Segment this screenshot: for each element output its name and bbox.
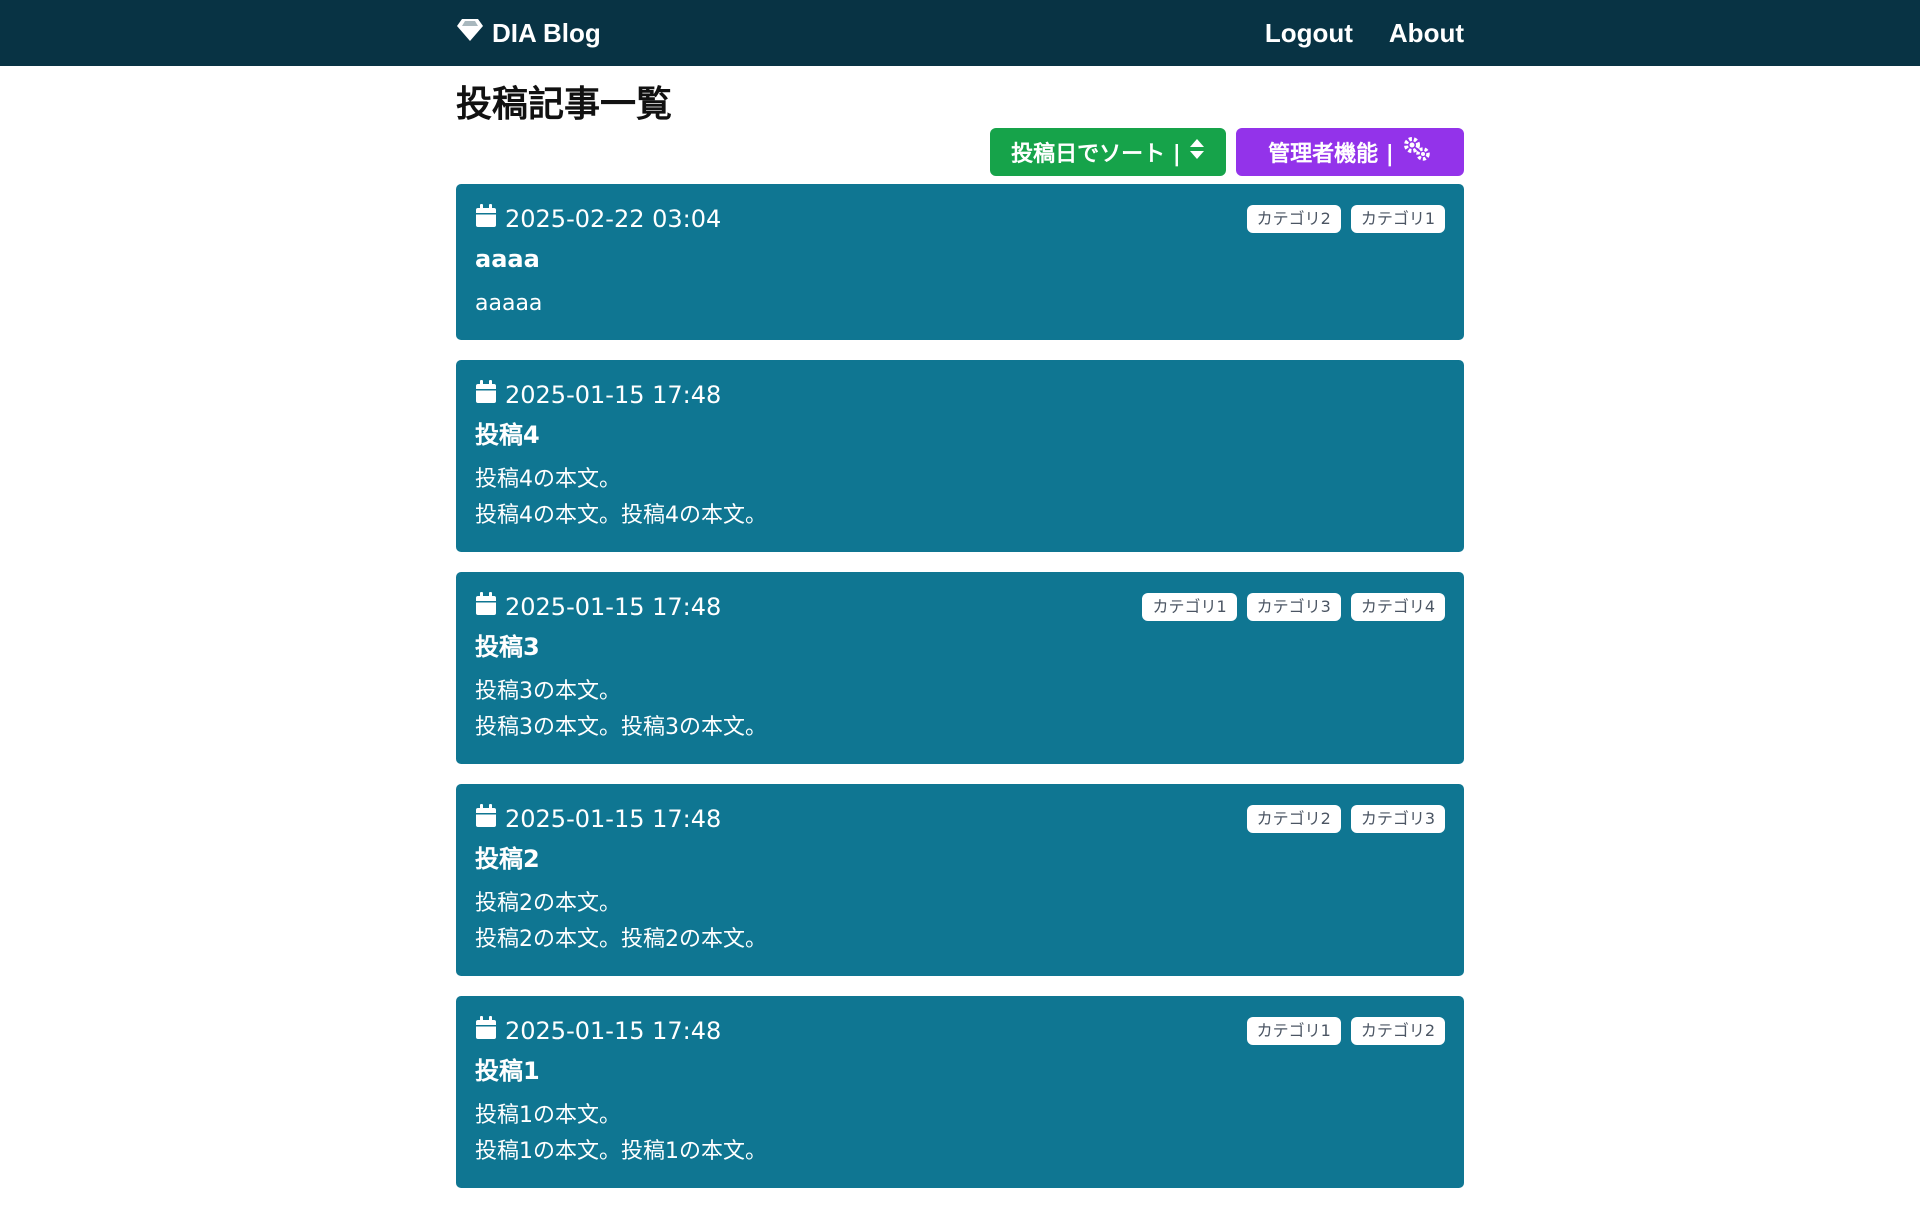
post-date: 2025-01-15 17:48 [475, 380, 721, 410]
admin-button-label: 管理者機能 | [1268, 142, 1394, 167]
post-body-line: aaaaa [475, 291, 543, 316]
post-body: 投稿3の本文。 投稿3の本文。投稿3の本文。 [475, 674, 1445, 746]
post-date: 2025-01-15 17:48 [475, 1016, 721, 1046]
category-tag[interactable]: カテゴリ3 [1246, 593, 1341, 621]
calendar-icon [475, 1016, 497, 1046]
gears-icon [1402, 136, 1432, 168]
post-title[interactable]: 投稿2 [475, 844, 1445, 874]
logout-link[interactable]: Logout [1265, 18, 1353, 49]
post-card-header: 2025-01-15 17:48 カテゴリ2 カテゴリ3 [475, 804, 1445, 834]
post-title[interactable]: aaaa [475, 244, 1445, 274]
gem-icon [456, 18, 484, 49]
post-date-text: 2025-02-22 03:04 [505, 205, 722, 233]
post-title[interactable]: 投稿4 [475, 420, 1445, 450]
post-list: 2025-02-22 03:04 カテゴリ2 カテゴリ1 aaaa aaaaa 2… [456, 184, 1464, 1188]
post-title[interactable]: 投稿1 [475, 1056, 1445, 1086]
category-tag[interactable]: カテゴリ1 [1246, 1017, 1341, 1045]
post-body: 投稿2の本文。 投稿2の本文。投稿2の本文。 [475, 886, 1445, 958]
post-date-text: 2025-01-15 17:48 [505, 805, 722, 833]
sort-by-date-button[interactable]: 投稿日でソート | [990, 128, 1226, 176]
post-body-line: 投稿3の本文。投稿3の本文。 [475, 715, 767, 740]
post-tags: カテゴリ1 カテゴリ3 カテゴリ4 [1142, 593, 1445, 621]
calendar-icon [475, 204, 497, 234]
post-body-line: 投稿1の本文。 [475, 1103, 621, 1128]
post-card[interactable]: 2025-01-15 17:48 カテゴリ2 カテゴリ3 投稿2 投稿2の本文。投… [456, 784, 1464, 976]
nav-links: Logout About [1265, 18, 1464, 49]
post-card-header: 2025-01-15 17:48 カテゴリ1 カテゴリ3 カテゴリ4 [475, 592, 1445, 622]
about-link[interactable]: About [1389, 18, 1464, 49]
post-date: 2025-01-15 17:48 [475, 804, 721, 834]
category-tag[interactable]: カテゴリ2 [1246, 205, 1341, 233]
calendar-icon [475, 380, 497, 410]
post-title[interactable]: 投稿3 [475, 632, 1445, 662]
post-date: 2025-01-15 17:48 [475, 592, 721, 622]
post-body: aaaaa [475, 286, 1445, 322]
post-tags: カテゴリ1 カテゴリ2 [1246, 1017, 1445, 1045]
brand-link[interactable]: DIA Blog [456, 18, 601, 49]
post-body-line: 投稿4の本文。 [475, 467, 621, 492]
sort-button-label: 投稿日でソート | [1011, 142, 1181, 167]
post-card-header: 2025-01-15 17:48 カテゴリ1 カテゴリ2 [475, 1016, 1445, 1046]
post-card-header: 2025-01-15 17:48 [475, 380, 1445, 410]
calendar-icon [475, 804, 497, 834]
action-bar: 投稿日でソート | 管理者機能 | [456, 128, 1464, 176]
post-card-header: 2025-02-22 03:04 カテゴリ2 カテゴリ1 [475, 204, 1445, 234]
main-content: 投稿記事一覧 投稿日でソート | 管理者機能 | 2025-02-22 03:0… [456, 66, 1464, 1208]
post-date: 2025-02-22 03:04 [475, 204, 721, 234]
post-card[interactable]: 2025-01-15 17:48 カテゴリ1 カテゴリ2 投稿1 投稿1の本文。投… [456, 996, 1464, 1188]
post-tags: カテゴリ2 カテゴリ3 [1246, 805, 1445, 833]
admin-functions-button[interactable]: 管理者機能 | [1236, 128, 1464, 176]
post-date-text: 2025-01-15 17:48 [505, 593, 722, 621]
post-date-text: 2025-01-15 17:48 [505, 1017, 722, 1045]
category-tag[interactable]: カテゴリ2 [1350, 1017, 1445, 1045]
category-tag[interactable]: カテゴリ2 [1246, 805, 1341, 833]
post-body: 投稿1の本文。 投稿1の本文。投稿1の本文。 [475, 1098, 1445, 1170]
navbar: DIA Blog Logout About [0, 0, 1920, 66]
post-card[interactable]: 2025-01-15 17:48 投稿4 投稿4の本文。 投稿4の本文。投稿4の本… [456, 360, 1464, 552]
category-tag[interactable]: カテゴリ4 [1350, 593, 1445, 621]
navbar-inner: DIA Blog Logout About [456, 0, 1464, 66]
category-tag[interactable]: カテゴリ1 [1142, 593, 1237, 621]
post-tags: カテゴリ2 カテゴリ1 [1246, 205, 1445, 233]
post-body-line: 投稿1の本文。投稿1の本文。 [475, 1139, 767, 1164]
post-date-text: 2025-01-15 17:48 [505, 381, 722, 409]
post-body-line: 投稿2の本文。投稿2の本文。 [475, 927, 767, 952]
post-card[interactable]: 2025-02-22 03:04 カテゴリ2 カテゴリ1 aaaa aaaaa [456, 184, 1464, 340]
post-body-line: 投稿2の本文。 [475, 891, 621, 916]
category-tag[interactable]: カテゴリ1 [1350, 205, 1445, 233]
post-card[interactable]: 2025-01-15 17:48 カテゴリ1 カテゴリ3 カテゴリ4 投稿3 投稿3… [456, 572, 1464, 764]
post-body: 投稿4の本文。 投稿4の本文。投稿4の本文。 [475, 462, 1445, 534]
calendar-icon [475, 592, 497, 622]
sort-icon [1189, 138, 1205, 166]
post-body-line: 投稿3の本文。 [475, 679, 621, 704]
category-tag[interactable]: カテゴリ3 [1350, 805, 1445, 833]
page-title: 投稿記事一覧 [456, 84, 673, 125]
post-body-line: 投稿4の本文。投稿4の本文。 [475, 503, 767, 528]
brand-name: DIA Blog [492, 17, 601, 48]
